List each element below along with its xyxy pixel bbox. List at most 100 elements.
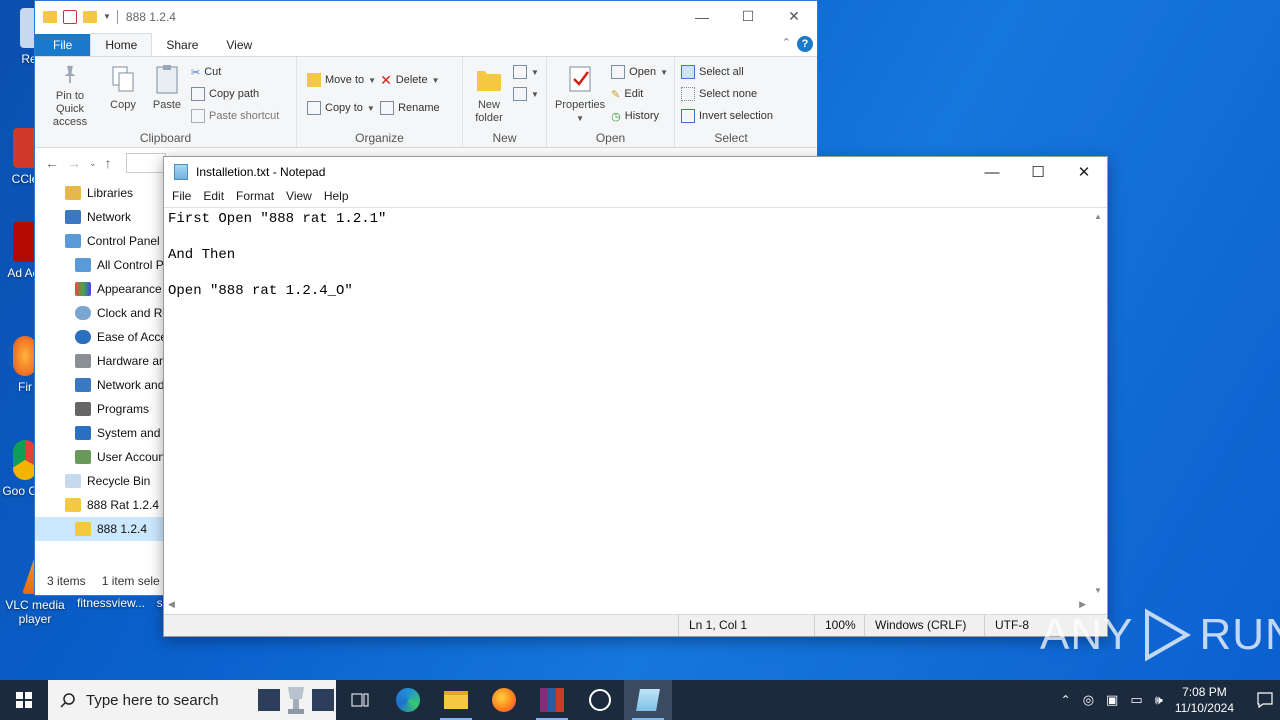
select-all-button[interactable]: Select all xyxy=(681,63,773,81)
clock[interactable]: 7:08 PM 11/10/2024 xyxy=(1175,684,1234,716)
open-button[interactable]: Open ▼ xyxy=(611,63,668,81)
notification-icon[interactable] xyxy=(1256,691,1274,709)
close-icon[interactable]: ✕ xyxy=(1061,157,1107,187)
volume-icon[interactable]: 🕪 xyxy=(1155,692,1163,708)
taskbar-search-box[interactable]: Type here to search xyxy=(48,680,336,720)
pin-quick-access-button[interactable]: Pin to Quick access xyxy=(41,61,99,129)
recent-locations-icon[interactable]: ⌄ xyxy=(89,158,97,169)
maximize-icon[interactable]: ☐ xyxy=(725,1,771,32)
tab-view[interactable]: View xyxy=(212,34,266,56)
nav-item-system-security[interactable]: System and S xyxy=(35,421,165,445)
minimize-icon[interactable]: — xyxy=(679,1,725,32)
task-view-button[interactable] xyxy=(336,680,384,720)
address-field[interactable] xyxy=(125,153,166,173)
task-view-icon xyxy=(351,693,369,707)
move-to-button[interactable]: Move to ▼ xyxy=(307,71,376,89)
history-button[interactable]: ◷ History xyxy=(611,107,668,125)
notepad-text[interactable]: First Open "888 rat 1.2.1" And Then Open… xyxy=(168,210,386,300)
nav-item-appearance[interactable]: Appearance a xyxy=(35,277,165,301)
taskbar-app[interactable] xyxy=(576,680,624,720)
chevron-up-icon[interactable]: ⌃ xyxy=(1061,693,1071,707)
paste-shortcut-button[interactable]: Paste shortcut xyxy=(191,107,279,125)
scroll-down-icon[interactable]: ▼ xyxy=(1094,586,1102,595)
quick-access-toolbar: ▼ xyxy=(35,9,118,24)
maximize-icon[interactable]: ☐ xyxy=(1015,157,1061,187)
recycle-bin-icon xyxy=(65,474,81,488)
collapse-ribbon-icon[interactable]: ⌃ xyxy=(782,36,791,49)
nav-item-network-internet[interactable]: Network and xyxy=(35,373,165,397)
folder-icon xyxy=(65,498,81,512)
menu-file[interactable]: File xyxy=(166,187,197,207)
menu-help[interactable]: Help xyxy=(318,187,355,207)
vertical-scrollbar[interactable]: ▲ ▼ xyxy=(1090,208,1107,597)
notepad-menubar: File Edit Format View Help xyxy=(164,187,1107,207)
notepad-statusbar: Ln 1, Col 1 100% Windows (CRLF) UTF-8 xyxy=(164,614,1107,636)
tab-home[interactable]: Home xyxy=(90,33,153,56)
properties-button[interactable]: Properties ▼ xyxy=(553,61,607,129)
taskbar-file-explorer[interactable] xyxy=(432,680,480,720)
nav-item-control-panel[interactable]: Control Panel xyxy=(35,229,165,253)
easy-access-button[interactable]: ▼ xyxy=(513,85,539,103)
menu-edit[interactable]: Edit xyxy=(197,187,230,207)
edit-button[interactable]: ✎ Edit xyxy=(611,85,668,103)
cut-button[interactable]: ✂ Cut xyxy=(191,63,279,81)
tab-file[interactable]: File xyxy=(35,34,91,56)
qat-dropdown-icon[interactable]: ▼ xyxy=(103,12,111,21)
menu-view[interactable]: View xyxy=(280,187,318,207)
taskbar-winrar[interactable] xyxy=(528,680,576,720)
copy-path-button[interactable]: Copy path xyxy=(191,85,279,103)
tab-share[interactable]: Share xyxy=(152,34,212,56)
ribbon-tabs: File Home Share View ⌃ ? xyxy=(35,32,817,56)
invert-selection-button[interactable]: Invert selection xyxy=(681,107,773,125)
paste-shortcut-icon xyxy=(191,109,205,123)
tray-device-icon[interactable]: ▣ xyxy=(1106,692,1118,708)
nav-item-recycle-bin[interactable]: Recycle Bin xyxy=(35,469,165,493)
forward-arrow-icon[interactable]: → xyxy=(67,155,81,171)
paste-button[interactable]: Paste xyxy=(147,61,187,129)
properties-qat-icon[interactable] xyxy=(63,9,77,24)
nav-item-888-124[interactable]: 888 1.2.4 xyxy=(35,517,165,541)
menu-format[interactable]: Format xyxy=(230,187,280,207)
back-arrow-icon[interactable]: ← xyxy=(45,155,59,171)
copy-to-button[interactable]: Copy to ▼ xyxy=(307,99,376,117)
tray-app-icon[interactable]: ◎ xyxy=(1083,692,1094,708)
network-icon[interactable]: ▭ xyxy=(1130,692,1142,708)
close-icon[interactable]: ✕ xyxy=(771,1,817,32)
select-none-button[interactable]: Select none xyxy=(681,85,773,103)
scroll-up-icon[interactable]: ▲ xyxy=(1094,212,1102,221)
clipboard-group: Pin to Quick access Copy Paste ✂ Cut Copy… xyxy=(35,57,297,147)
taskbar-edge[interactable] xyxy=(384,680,432,720)
nav-item-programs[interactable]: Programs xyxy=(35,397,165,421)
up-arrow-icon[interactable]: ↑ xyxy=(105,155,112,171)
nav-item-888-rat-folder[interactable]: 888 Rat 1.2.4 [u xyxy=(35,493,165,517)
appearance-icon xyxy=(75,282,91,296)
new-item-button[interactable]: ▼ xyxy=(513,63,539,81)
rename-icon xyxy=(380,101,395,115)
horizontal-scrollbar[interactable]: ◀ ▶ xyxy=(164,597,1090,614)
nav-item-all-control-panel[interactable]: All Control P xyxy=(35,253,165,277)
desktop-icon-label: Fir xyxy=(18,380,32,394)
taskbar-notepad[interactable] xyxy=(624,680,672,720)
rename-button[interactable]: Rename xyxy=(380,99,440,117)
nav-item-network[interactable]: Network xyxy=(35,205,165,229)
notepad-edit-area[interactable]: First Open "888 rat 1.2.1" And Then Open… xyxy=(164,207,1107,614)
start-button[interactable] xyxy=(0,680,48,720)
delete-button[interactable]: ✕ Delete ▼ xyxy=(380,71,440,89)
scroll-left-icon[interactable]: ◀ xyxy=(168,599,175,610)
folder-icon xyxy=(75,522,91,536)
nav-item-libraries[interactable]: Libraries xyxy=(35,181,165,205)
invert-selection-icon xyxy=(681,109,695,123)
copy-button[interactable]: Copy xyxy=(103,61,143,129)
nav-item-user-accounts[interactable]: User Account xyxy=(35,445,165,469)
nav-item-clock[interactable]: Clock and Re xyxy=(35,301,165,325)
new-folder-button[interactable]: New folder xyxy=(469,61,509,129)
nav-item-hardware[interactable]: Hardware an xyxy=(35,349,165,373)
taskbar-firefox[interactable] xyxy=(480,680,528,720)
system-tray: ⌃ ◎ ▣ ▭ 🕪 7:08 PM 11/10/2024 xyxy=(1061,684,1280,716)
new-folder-qat-icon[interactable] xyxy=(83,10,97,23)
open-col: Open ▼ ✎ Edit ◷ History xyxy=(611,61,668,129)
minimize-icon[interactable]: — xyxy=(969,157,1015,187)
edit-pencil-icon: ✎ xyxy=(611,88,621,101)
help-icon[interactable]: ? xyxy=(797,36,813,52)
nav-item-ease-of-access[interactable]: Ease of Acces xyxy=(35,325,165,349)
